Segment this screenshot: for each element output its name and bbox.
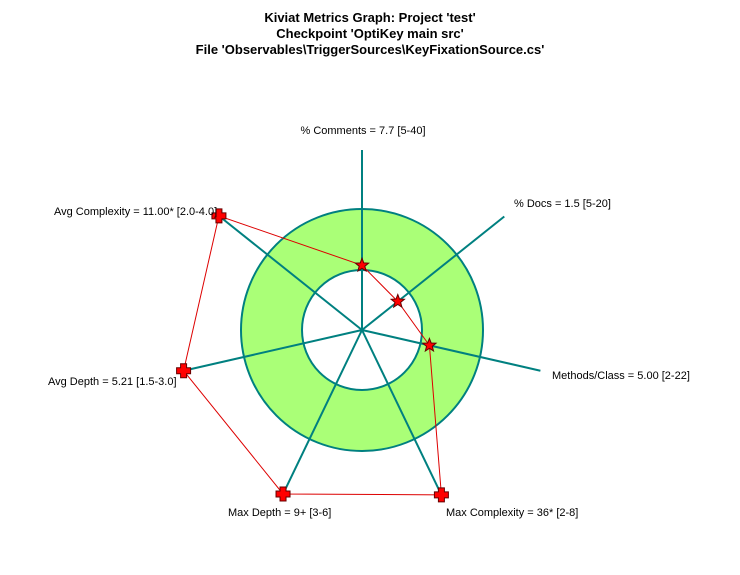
- axis-label: Avg Complexity = 11.00* [2.0-4.0]: [54, 206, 217, 218]
- axis-label: Max Depth = 9+ [3-6]: [228, 507, 331, 519]
- out-of-range-cross-marker: [433, 487, 449, 503]
- out-of-range-cross-marker: [176, 363, 192, 379]
- out-of-range-cross-marker: [275, 486, 291, 502]
- axis-label: % Comments = 7.7 [5-40]: [300, 125, 425, 137]
- axis-label: Methods/Class = 5.00 [2-22]: [552, 370, 690, 382]
- kiviat-chart: % Comments = 7.7 [5-40] % Docs = 1.5 [5-2…: [48, 125, 690, 519]
- axis-label: Max Complexity = 36* [2-8]: [446, 507, 578, 519]
- axis-label: Avg Depth = 5.21 [1.5-3.0]: [48, 376, 177, 388]
- axis-label: % Docs = 1.5 [5-20]: [514, 198, 611, 210]
